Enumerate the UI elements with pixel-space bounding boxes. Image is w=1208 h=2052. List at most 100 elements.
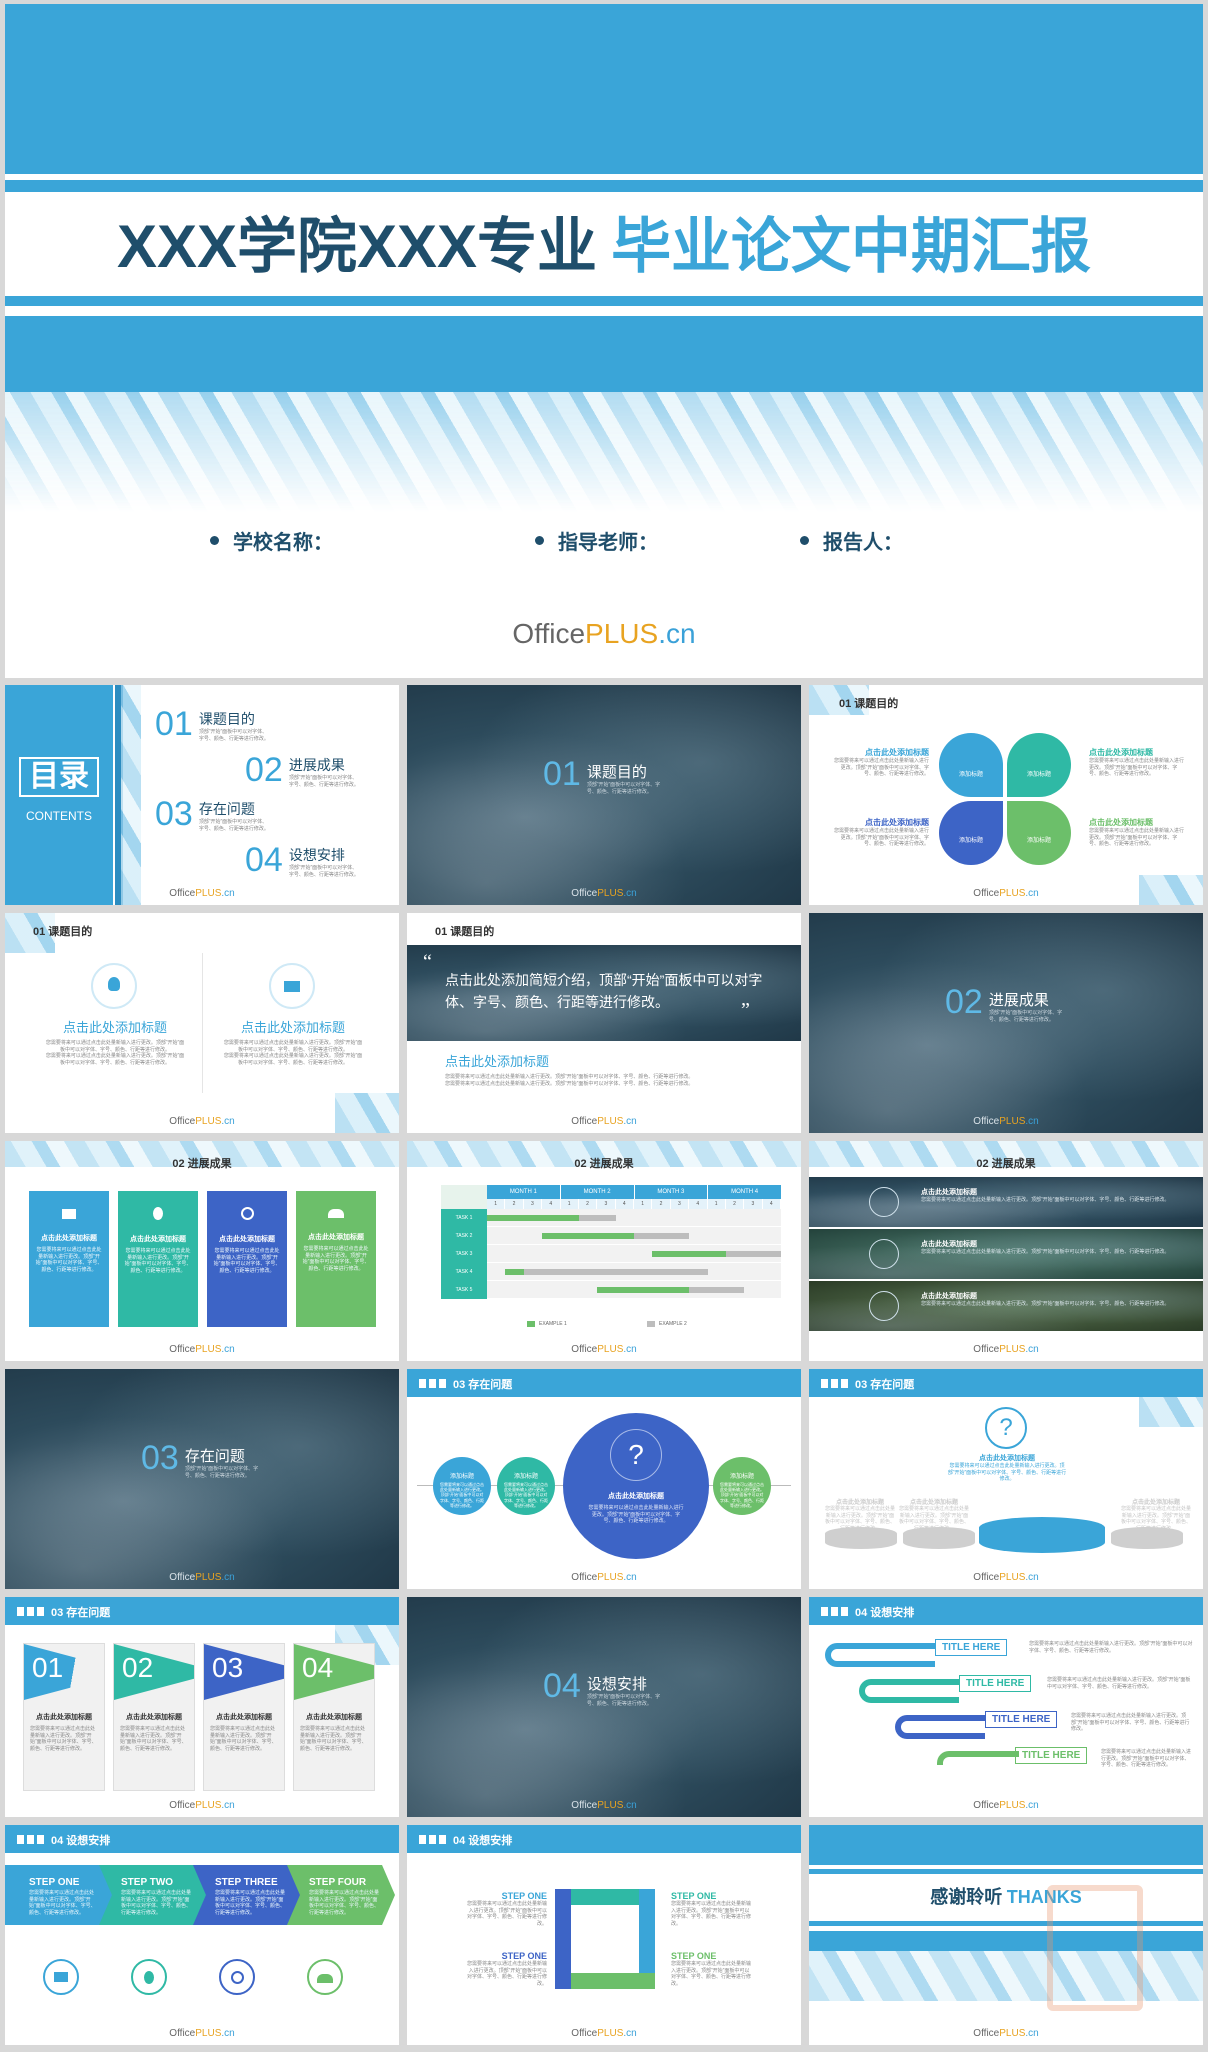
lightbulb-icon: [91, 963, 137, 1009]
podium-main: [979, 1517, 1105, 1553]
section-02-slide[interactable]: 02 进展成果 顶部“开始”面板中可以对字体、字号、颜色、行距等进行修改。 Off…: [809, 913, 1203, 1133]
thanks-title: 感谢聆听 THANKS: [930, 1887, 1082, 1907]
gantt-week: 4: [689, 1199, 708, 1209]
section-heading: 02 进展成果 顶部“开始”面板中可以对字体、字号、颜色、行距等进行修改。: [945, 983, 1063, 1023]
step-3[interactable]: STEP THREE 您需要将来可以通过点击此处量新输入进行更改。顶部“开始”面板…: [193, 1865, 301, 1925]
s2-cards-slide[interactable]: 02 进展成果 点击此处添加标题 您需要将来可以通过点击此处量新输入进行更改。顶部…: [5, 1141, 399, 1361]
lightbulb-icon: [131, 1959, 167, 1995]
s2-photo-rows-slide[interactable]: 02 进展成果 点击此处添加标题 您需要将来可以通过点击此处量新输入进行更改。顶部…: [809, 1141, 1203, 1361]
toc-item-1[interactable]: 01 课题目的 顶部“开始”面板中可以对字体、字号、颜色、行距等进行修改。: [155, 705, 269, 744]
gantt-week: 1: [561, 1199, 579, 1209]
petal-1[interactable]: [939, 733, 1003, 797]
gantt-week: 2: [505, 1199, 524, 1209]
slide-header: 02 进展成果: [172, 1158, 232, 1170]
podium-3: [1111, 1527, 1183, 1549]
watermark-stamp: [1047, 1885, 1143, 2011]
problem-card-2[interactable]: 02 点击此处添加标题 您需要将来可以通过点击此处量新输入进行更改。顶部“开始”面板…: [113, 1643, 195, 1791]
problem-card-3[interactable]: 03 点击此处添加标题 您需要将来可以通过点击此处量新输入进行更改。顶部“开始”面板…: [203, 1643, 285, 1791]
s3-circles-slide[interactable]: 03 存在问题 添加标题 您需要将来可以通过点击此处量新输入进行更改。顶部“开始”…: [407, 1369, 801, 1589]
road-segment-3: [895, 1715, 985, 1739]
cover-logo: OfficePLUS.cn: [512, 618, 696, 649]
title-here-2: TITLE HERE: [959, 1675, 1032, 1692]
gantt-week: 1: [487, 1199, 506, 1209]
toc-item-3[interactable]: 03 存在问题 顶部“开始”面板中可以对字体、字号、颜色、行距等进行修改。: [155, 795, 269, 834]
s1-quote-slide[interactable]: 01 课题目的 “ 点击此处添加简短介绍，顶部“开始”面板中可以对字体、字号、颜…: [407, 913, 801, 1133]
slide-header-bar: 03 存在问题: [407, 1369, 801, 1397]
slide-header: 01 课题目的: [435, 926, 495, 938]
slide-logo: OfficePLUS.cn: [571, 2028, 637, 2039]
slide-logo: OfficePLUS.cn: [571, 1344, 637, 1355]
road-segment-1: [825, 1643, 935, 1667]
card-4[interactable]: 点击此处添加标题 您需要将来可以通过点击此处量新输入进行更改。顶部“开始”面板中可…: [296, 1191, 376, 1327]
gantt-bar: [523, 1269, 708, 1275]
slide-header-bar: 04 设想安排: [407, 1825, 801, 1853]
gantt-task-label: TASK 1: [441, 1209, 487, 1227]
step-2[interactable]: STEP TWO 您需要将来可以通过点击此处量新输入进行更改。顶部“开始”面板中可…: [99, 1865, 207, 1925]
petal-2[interactable]: [1007, 733, 1071, 797]
gantt-week: 3: [671, 1199, 690, 1209]
toc-item-4[interactable]: 04 设想安排 顶部“开始”面板中可以对字体、字号、颜色、行距等进行修改。: [245, 841, 359, 880]
gantt-week: 2: [726, 1199, 745, 1209]
circle-3[interactable]: 添加标题 您需要将来可以通过点击此处量新输入进行更改。顶部“开始”面板中可以对字体…: [713, 1457, 771, 1515]
section-heading: 03 存在问题 顶部“开始”面板中可以对字体、字号、颜色、行距等进行修改。: [141, 1439, 259, 1479]
section-04-slide[interactable]: 04 设想安排 顶部“开始”面板中可以对字体、字号、颜色、行距等进行修改。 Off…: [407, 1597, 801, 1817]
problem-card-1[interactable]: 01 点击此处添加标题 您需要将来可以通过点击此处量新输入进行更改。顶部“开始”面板…: [23, 1643, 105, 1791]
gantt-bar: [689, 1287, 745, 1293]
gantt-row: TASK 1: [441, 1209, 781, 1227]
circle-2[interactable]: 添加标题 您需要将来可以通过点击此处量新输入进行更改。顶部“开始”面板中可以对字体…: [497, 1457, 555, 1515]
row-1[interactable]: 点击此处添加标题 您需要将来可以通过点击此处量新输入进行更改。顶部“开始”面板中可…: [809, 1177, 1203, 1227]
cover-field-reporter: 报告人：: [800, 526, 903, 555]
gantt-week: 1: [634, 1199, 653, 1209]
slide-header: 01 课题目的: [33, 926, 93, 938]
s2-gantt-slide[interactable]: 02 进展成果 MONTH 1 MONTH 2 MONTH 3 MONTH 4 …: [407, 1141, 801, 1361]
toc-item-2[interactable]: 02 进展成果 顶部“开始”面板中可以对字体、字号、颜色、行距等进行修改。: [245, 751, 359, 790]
podium-1: [825, 1527, 897, 1549]
circle-1[interactable]: 添加标题 您需要将来可以通过点击此处量新输入进行更改。顶部“开始”面板中可以对字体…: [433, 1457, 491, 1515]
step-4[interactable]: STEP FOUR 您需要将来可以通过点击此处量新输入进行更改。顶部“开始”面板中…: [287, 1865, 395, 1925]
step-1[interactable]: STEP ONE 您需要将来可以通过点击此处量新输入进行更改。顶部“开始”面板中可…: [5, 1865, 113, 1925]
section-01-slide[interactable]: 01 课题目的 顶部“开始”面板中可以对字体、字号、颜色、行距等进行修改。 Off…: [407, 685, 801, 905]
card-3[interactable]: 点击此处添加标题 您需要将来可以通过点击此处量新输入进行更改。顶部“开始”面板中可…: [207, 1191, 287, 1327]
cycle-step-2: STEP ONE 您需要将来可以通过点击此处量新输入进行更改。顶部“开始”面板中可…: [671, 1891, 752, 1927]
cycle-diagram: [555, 1889, 655, 1989]
s4-steps-slide[interactable]: 04 设想安排 STEP ONE 您需要将来可以通过点击此处量新输入进行更改。顶部…: [5, 1825, 399, 2045]
petal-4[interactable]: [1007, 801, 1071, 865]
slide-header: 01 课题目的: [839, 698, 899, 710]
petal-label-2: 点击此处添加标题 您需要将来可以通过点击此处量新输入进行更改。顶部“开始”面板中可…: [1089, 748, 1185, 777]
section-heading: 04 设想安排 顶部“开始”面板中可以对字体、字号、颜色、行距等进行修改。: [543, 1667, 661, 1707]
s1-petals-slide[interactable]: 01 课题目的 添加标题 添加标题 添加标题 添加标题 点击此处添加标题 您需要将…: [809, 685, 1203, 905]
gantt-bar: [578, 1215, 616, 1221]
row-2[interactable]: 点击此处添加标题 您需要将来可以通过点击此处量新输入进行更改。顶部“开始”面板中可…: [809, 1229, 1203, 1279]
petal-label-1: 点击此处添加标题 您需要将来可以通过点击此处量新输入进行更改。顶部“开始”面板中可…: [833, 748, 929, 777]
thanks-slide[interactable]: 感谢聆听 THANKS OfficePLUS.cn: [809, 1825, 1203, 2045]
slide-logo: OfficePLUS.cn: [169, 1116, 235, 1127]
cover-slide[interactable]: XXX学院XXX专业 毕业论文中期汇报 学校名称： 指导老师： 报告人： Off…: [5, 4, 1203, 678]
card-1[interactable]: 点击此处添加标题 您需要将来可以通过点击此处量新输入进行更改。顶部“开始”面板中可…: [29, 1191, 109, 1327]
petal-3[interactable]: [939, 801, 1003, 865]
slide-logo: OfficePLUS.cn: [571, 1572, 637, 1583]
cover-title: XXX学院XXX专业 毕业论文中期汇报: [5, 186, 1203, 296]
circle-main[interactable]: ? 点击此处添加标题 您需要将来可以通过点击此处量新输入进行更改。顶部“开始”面…: [563, 1413, 709, 1559]
card-2[interactable]: 点击此处添加标题 您需要将来可以通过点击此处量新输入进行更改。顶部“开始”面板中可…: [118, 1191, 198, 1327]
mail-icon: [62, 1209, 76, 1219]
problem-card-4[interactable]: 04 点击此处添加标题 您需要将来可以通过点击此处量新输入进行更改。顶部“开始”面板…: [293, 1643, 375, 1791]
s1-two-columns-slide[interactable]: 01 课题目的 点击此处添加标题 您需要将来可以通过点击此处量新输入进行更改。顶部…: [5, 913, 399, 1133]
slide-logo: OfficePLUS.cn: [571, 888, 637, 899]
cover-tile-pattern: [5, 392, 1203, 512]
road-segment-2: [859, 1679, 959, 1703]
slide-logo: OfficePLUS.cn: [973, 2028, 1039, 2039]
toc-slide[interactable]: 目录 CONTENTS 01 课题目的 顶部“开始”面板中可以对字体、字号、颜色、…: [5, 685, 399, 905]
s4-roadmap-slide[interactable]: 04 设想安排 TITLE HERE TITLE HERE TITLE HERE…: [809, 1597, 1203, 1817]
title-here-1: TITLE HERE: [935, 1639, 1008, 1656]
gantt-row: TASK 3: [441, 1245, 781, 1263]
s4-cycle-slide[interactable]: 04 设想安排 STEP ONE 您需要将来可以通过点击此处量新输入进行更改。顶部…: [407, 1825, 801, 2045]
section-03-slide[interactable]: 03 存在问题 顶部“开始”面板中可以对字体、字号、颜色、行距等进行修改。 Off…: [5, 1369, 399, 1589]
s3-podium-slide[interactable]: 03 存在问题 ? 点击此处添加标题 您需要将来可以通过点击此处量新输入进行更改。…: [809, 1369, 1203, 1589]
gantt-week: 1: [708, 1199, 726, 1209]
cover-stripe: [5, 296, 1203, 306]
s3-numbered-slide[interactable]: 03 存在问题 01 点击此处添加标题 您需要将来可以通过点击此处量新输入进行更改。…: [5, 1597, 399, 1817]
gantt-bar: [505, 1269, 524, 1275]
slide-header: 02 进展成果: [976, 1158, 1036, 1170]
slide-logo: OfficePLUS.cn: [169, 888, 235, 899]
row-3[interactable]: 点击此处添加标题 您需要将来可以通过点击此处量新输入进行更改。顶部“开始”面板中可…: [809, 1281, 1203, 1331]
